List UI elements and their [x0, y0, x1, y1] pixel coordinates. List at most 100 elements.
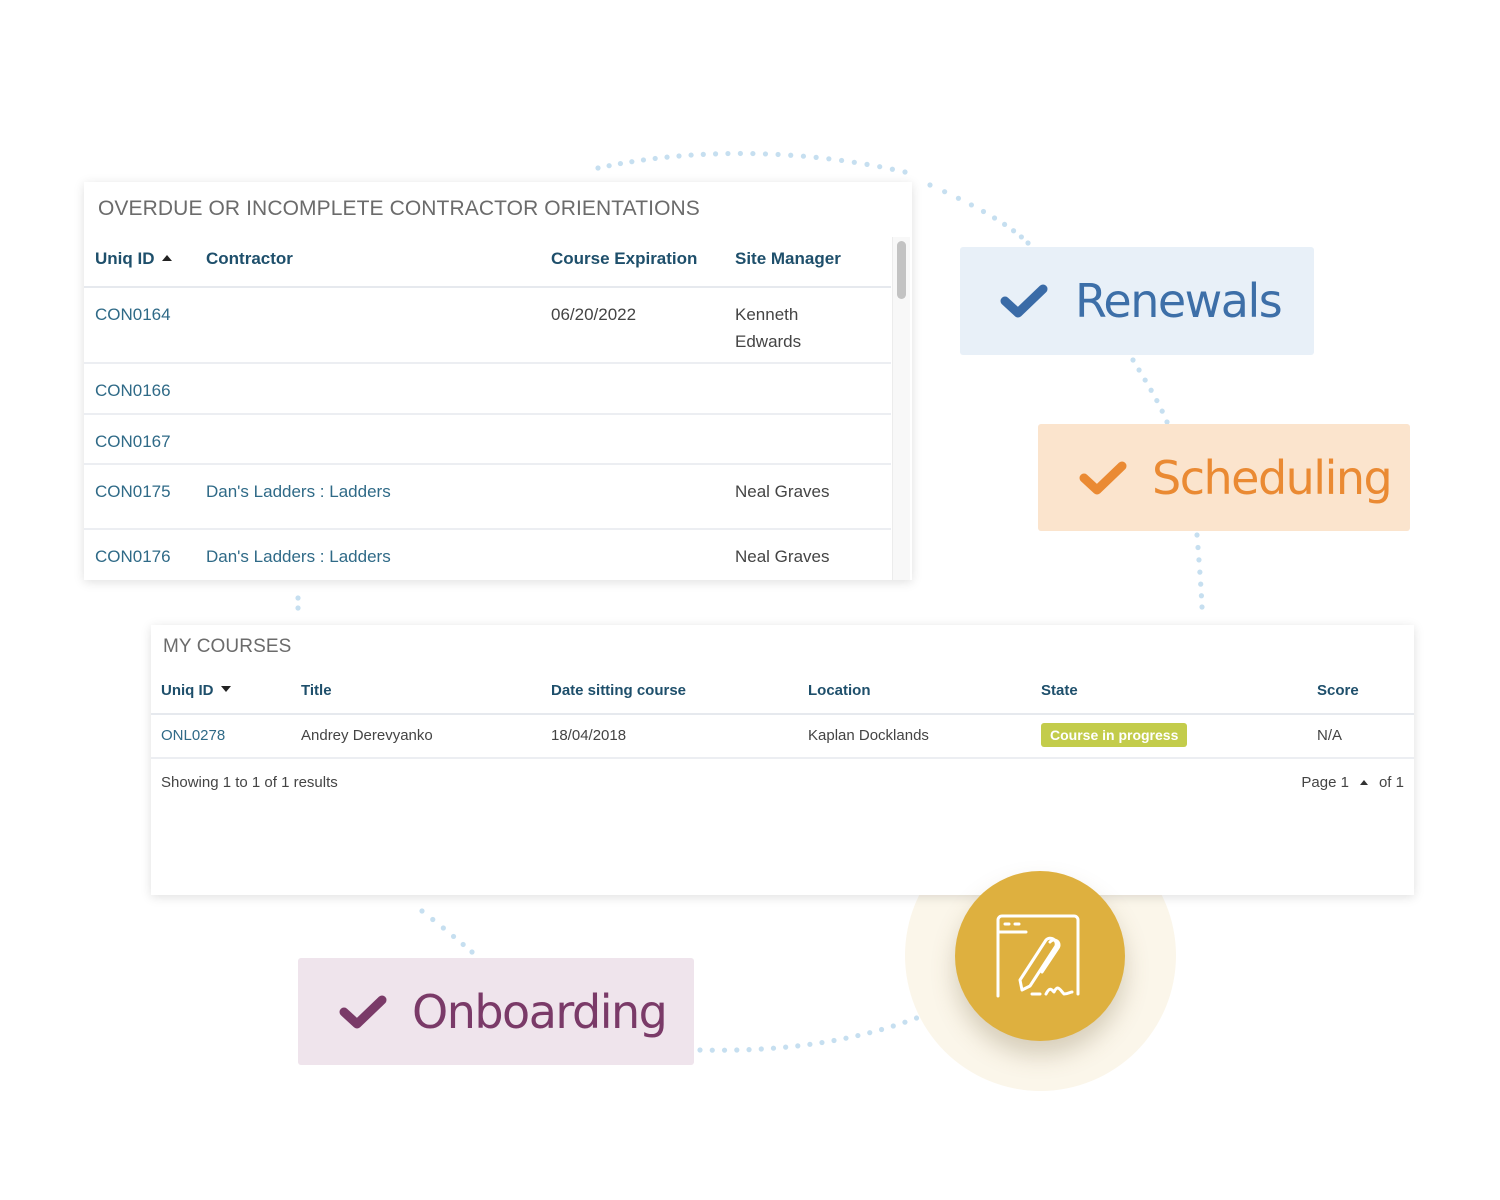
connector-dot: [419, 908, 425, 914]
connector-dot: [450, 933, 457, 940]
connector-dot: [991, 215, 998, 221]
connector-dot: [1194, 532, 1200, 538]
page-label: Page 1: [1301, 774, 1349, 791]
connector-dot: [913, 1015, 920, 1021]
connector-dot: [942, 189, 948, 195]
sort-ascending-icon: [161, 255, 172, 261]
uniq-id-link[interactable]: ONL0278: [161, 722, 225, 749]
column-header-title[interactable]: Title: [301, 682, 332, 699]
connector-dot: [1154, 397, 1160, 404]
connector-dot: [980, 208, 987, 215]
connector-dot: [725, 150, 731, 157]
uniq-id-link[interactable]: CON0167: [95, 428, 171, 455]
connector-dot: [1148, 387, 1154, 393]
e-signature-badge: [955, 871, 1125, 1041]
connector-dot: [955, 195, 962, 201]
connector-dot: [640, 157, 647, 163]
dotted-connector-path: [295, 150, 1205, 1053]
connector-dot: [819, 1039, 825, 1046]
connector-dot: [864, 161, 870, 167]
score: N/A: [1317, 727, 1343, 744]
connector-dot: [877, 164, 883, 170]
scrollbar-thumb[interactable]: [897, 241, 906, 299]
uniq-id-link[interactable]: CON0176: [95, 543, 171, 570]
sort-descending-icon: [220, 686, 231, 692]
table-row: CON0175 Dan's Ladders : Ladders Neal Gra…: [84, 465, 891, 530]
checkmark-icon: [339, 995, 387, 1028]
column-header-uniq-id[interactable]: Uniq ID: [95, 249, 172, 269]
column-header-uniq-id[interactable]: Uniq ID: [161, 682, 231, 699]
connector-dot: [800, 153, 807, 159]
column-header-score[interactable]: Score: [1317, 682, 1359, 699]
connector-dot: [606, 163, 612, 169]
column-header-date-sitting-course[interactable]: Date sitting course: [551, 682, 686, 699]
connector-dot: [1198, 593, 1205, 599]
contractor-link[interactable]: Dan's Ladders : Ladders: [206, 478, 391, 505]
connector-dot: [617, 160, 624, 167]
connector-dot: [750, 150, 756, 157]
site-manager: Neal Graves: [735, 547, 830, 566]
connector-dot: [807, 1041, 813, 1047]
connector-dot: [878, 1026, 885, 1033]
connector-dot: [795, 1043, 801, 1049]
table-row: ONL0278 Andrey Derevyanko 18/04/2018 Kap…: [151, 715, 1414, 759]
connector-dot: [843, 1035, 849, 1041]
onboarding-tag: Onboarding: [298, 958, 694, 1065]
page-select-caret-icon[interactable]: [1359, 780, 1368, 785]
connector-dot: [676, 153, 682, 159]
connector-dot: [762, 151, 769, 157]
column-header-state[interactable]: State: [1041, 682, 1078, 699]
connector-dot: [1159, 408, 1165, 414]
connector-dot: [700, 151, 706, 157]
connector-dot: [851, 159, 857, 165]
location: Kaplan Docklands: [808, 727, 929, 744]
connector-dot: [1196, 557, 1202, 563]
column-header-contractor[interactable]: Contractor: [206, 249, 293, 269]
connector-dot: [770, 1045, 777, 1051]
contractor-link[interactable]: Dan's Ladders : Ladders: [206, 543, 391, 570]
table-row: CON0167: [84, 415, 891, 465]
connector-dot: [1142, 377, 1148, 383]
connector-dot: [1001, 221, 1008, 228]
uniq-id-link[interactable]: CON0175: [95, 478, 171, 505]
connector-dot: [783, 1044, 789, 1050]
connector-dot: [709, 1047, 715, 1053]
contractor-orientations-panel: OVERDUE OR INCOMPLETE CONTRACTOR ORIENTA…: [84, 182, 912, 580]
connector-dot: [758, 1046, 764, 1052]
column-header-location[interactable]: Location: [808, 682, 871, 699]
connector-dot: [927, 182, 933, 188]
connector-dot: [697, 1047, 703, 1053]
connector-dot: [595, 165, 601, 171]
uniq-id-link[interactable]: CON0166: [95, 377, 171, 404]
connector-dot: [440, 925, 446, 931]
course-title: Andrey Derevyanko: [301, 727, 433, 744]
connector-dot: [1197, 569, 1203, 575]
connector-dot: [968, 202, 975, 208]
connector-dot: [721, 1047, 728, 1053]
table-header: Uniq ID Contractor Course Expiration Sit…: [84, 237, 891, 288]
table-row: CON0164 06/20/2022 Kenneth Edwards: [84, 288, 891, 364]
connector-dot: [295, 595, 301, 601]
tag-label: Scheduling: [1152, 450, 1393, 505]
my-courses-panel: MY COURSES Uniq ID Title Date sitting co…: [151, 625, 1414, 895]
panel-title: OVERDUE OR INCOMPLETE CONTRACTOR ORIENTA…: [98, 197, 700, 220]
connector-dot: [1195, 544, 1201, 551]
connector-dot: [1136, 367, 1142, 373]
connector-dot: [746, 1047, 752, 1053]
connector-dot: [1010, 228, 1017, 234]
connector-dot: [826, 156, 832, 162]
column-header-course-expiration[interactable]: Course Expiration: [551, 249, 697, 269]
table-row: CON0176 Dan's Ladders : Ladders Neal Gra…: [84, 530, 891, 580]
connector-dot: [430, 916, 436, 923]
column-header-site-manager[interactable]: Site Manager: [735, 249, 855, 269]
uniq-id-link[interactable]: CON0164: [95, 301, 171, 328]
connector-dot: [1199, 604, 1205, 610]
site-manager: Kenneth Edwards: [735, 305, 802, 351]
connector-dot: [664, 154, 670, 160]
checkmark-icon: [1079, 461, 1127, 494]
connector-dot: [902, 169, 908, 175]
connector-dot: [889, 166, 895, 172]
vertical-scrollbar[interactable]: [892, 237, 910, 580]
connector-dot: [460, 941, 466, 948]
orientations-table: Uniq ID Contractor Course Expiration Sit…: [84, 237, 891, 580]
